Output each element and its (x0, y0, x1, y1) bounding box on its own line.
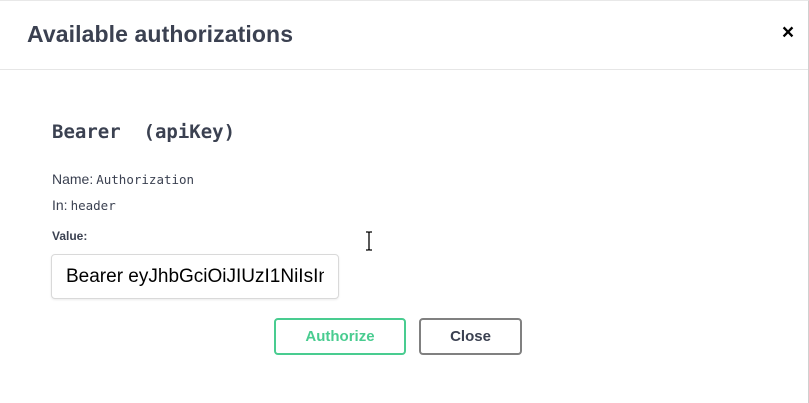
authorization-dialog: Available authorizations × Bearer (apiKe… (0, 0, 809, 403)
scheme-in-value: header (70, 198, 116, 213)
dialog-header: Available authorizations × (0, 1, 808, 70)
api-key-value-input[interactable] (51, 254, 339, 299)
scheme-name-label: Name: (52, 171, 94, 187)
scheme-title: Bearer (apiKey) (52, 121, 236, 143)
value-label: Value: (52, 229, 88, 243)
scheme-in-label: In: (52, 197, 68, 213)
close-button[interactable]: Close (419, 318, 522, 355)
scheme-name-value: Authorization (96, 172, 195, 187)
scheme-in-line: In: header (52, 197, 116, 213)
scheme-name-line: Name: Authorization (52, 171, 194, 187)
authorize-button[interactable]: Authorize (274, 318, 406, 355)
text-cursor-icon (366, 231, 372, 251)
dialog-title: Available authorizations (27, 21, 294, 47)
close-icon[interactable]: × (776, 19, 800, 47)
